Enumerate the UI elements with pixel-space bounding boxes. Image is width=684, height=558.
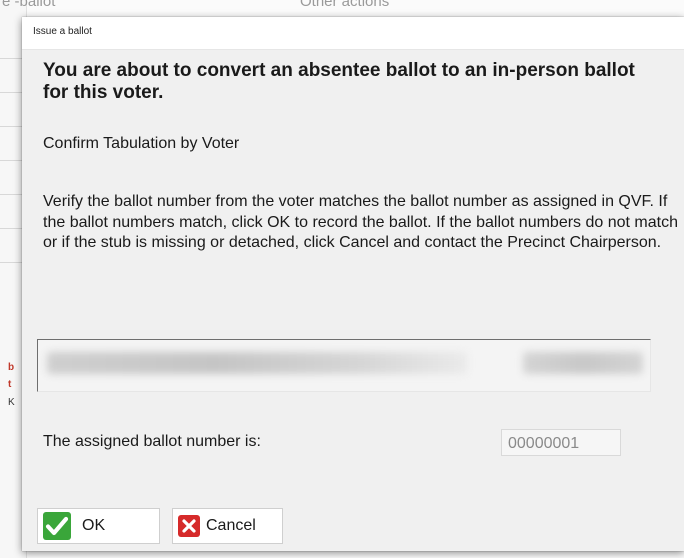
assigned-ballot-label: The assigned ballot number is: (43, 433, 261, 450)
dialog-title-bar[interactable]: Issue a ballot (22, 17, 684, 50)
checkmark-icon (42, 511, 72, 541)
x-icon (177, 514, 201, 538)
background-side-mark: b (8, 362, 15, 373)
ok-button-label: OK (82, 517, 106, 534)
redacted-content (523, 352, 643, 374)
cancel-button-label: Cancel (206, 517, 256, 534)
background-header-fragment: e -ballot (2, 0, 56, 10)
issue-ballot-dialog: Issue a ballot You are about to convert … (22, 17, 684, 551)
assigned-ballot-number: 00000001 (501, 429, 621, 456)
voter-ballot-field[interactable] (37, 339, 651, 392)
cancel-button[interactable]: Cancel (172, 508, 283, 544)
background-header-fragment: Other actions (300, 0, 390, 10)
instructions-text: Verify the ballot number from the voter … (43, 193, 678, 251)
background-side-mark: K (8, 397, 15, 408)
dialog-subheading: Confirm Tabulation by Voter (43, 135, 240, 152)
redacted-content (47, 352, 467, 374)
background-side-mark: t (8, 379, 12, 390)
ok-button[interactable]: OK (37, 508, 160, 544)
dialog-title: Issue a ballot (33, 26, 92, 37)
dialog-heading: You are about to convert an absentee bal… (43, 60, 635, 103)
